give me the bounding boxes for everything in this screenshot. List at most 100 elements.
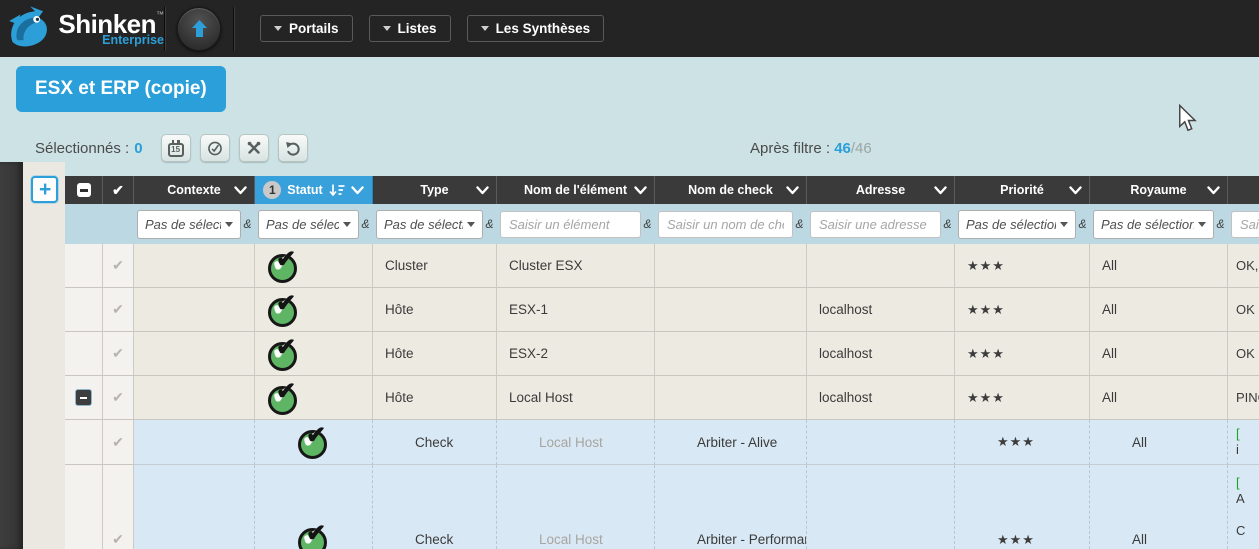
row-selected-check-icon: ✔	[112, 531, 124, 548]
adresse-cell: localhost	[807, 376, 955, 420]
menu-les-syntheses[interactable]: Les Synthèses	[467, 15, 605, 42]
after-filter-label: Après filtre :	[750, 140, 830, 157]
check-circle-icon	[207, 139, 223, 158]
select-cell[interactable]: ✔	[103, 465, 134, 549]
priority-stars: ★★★	[967, 346, 1005, 362]
filter-cell-check: &	[655, 204, 807, 244]
type-cell: Hôte	[373, 288, 497, 332]
select-all-check-icon: ✔	[112, 182, 124, 199]
chevron-down-icon	[786, 186, 799, 195]
sort-order-badge: 1	[263, 181, 281, 199]
adresse-cell	[807, 244, 955, 288]
filter-cell-expand	[65, 204, 103, 244]
column-header-statut[interactable]: 1Statut	[255, 176, 373, 204]
filter-and-separator: &	[241, 217, 254, 231]
select-cell[interactable]: ✔	[103, 244, 134, 288]
contexte-cell	[134, 244, 255, 288]
table-header-row: ✔ Contexte1StatutTypeNom de l'élémentNom …	[65, 176, 1259, 204]
priority-stars: ★★★	[997, 434, 1035, 450]
adresse-cell: localhost	[807, 288, 955, 332]
check-name-cell: Arbiter - Performance	[655, 465, 807, 549]
filter-and-separator: &	[359, 217, 372, 231]
after-filter-matched: 46	[834, 140, 851, 157]
add-filter-button[interactable]: +	[31, 176, 58, 203]
column-header-priorite[interactable]: Priorité	[955, 176, 1090, 204]
filter-and-separator: &	[1214, 217, 1227, 231]
filter-select-statut[interactable]: Pas de sélection	[258, 210, 359, 239]
filter-input-check[interactable]	[658, 211, 793, 238]
filter-and-separator: &	[641, 217, 654, 231]
column-header-check[interactable]: Nom de check	[655, 176, 807, 204]
chevron-down-icon	[234, 186, 247, 195]
status-ok-icon: ✔✔	[267, 338, 301, 370]
filter-input-adresse[interactable]	[810, 211, 941, 238]
mouse-cursor	[1178, 104, 1197, 132]
filter-select-contexte[interactable]: Pas de sélection	[137, 210, 241, 239]
column-header-expand[interactable]	[65, 176, 103, 204]
status-ok-icon: ✔✔	[267, 382, 301, 414]
royaume-cell: All	[1090, 244, 1228, 288]
element-cell: Local Host	[497, 376, 655, 420]
filter-cell-priorite: Pas de sélection&	[955, 204, 1090, 244]
column-header-type[interactable]: Type	[373, 176, 497, 204]
adresse-cell: localhost	[807, 332, 955, 376]
refresh-button[interactable]	[278, 134, 308, 162]
menu-listes[interactable]: Listes	[369, 15, 451, 42]
menu-portails[interactable]: Portails	[260, 15, 353, 42]
acknowledge-button[interactable]	[200, 134, 230, 162]
contexte-cell	[134, 420, 255, 465]
check-name-cell	[655, 288, 807, 332]
brand-trademark: ™	[156, 10, 164, 19]
page-title[interactable]: ESX et ERP (copie)	[16, 66, 226, 112]
elements-table: ✔ Contexte1StatutTypeNom de l'élémentNom …	[65, 176, 1259, 549]
output-cell: PING	[1228, 376, 1259, 420]
caret-down-icon	[481, 26, 489, 31]
contexte-cell	[134, 288, 255, 332]
statut-cell: ✔✔	[255, 288, 373, 332]
filter-input-element[interactable]	[500, 211, 641, 238]
select-cell[interactable]: ✔	[103, 376, 134, 420]
priorite-cell: ★★★	[955, 376, 1090, 420]
column-header-adresse[interactable]: Adresse	[807, 176, 955, 204]
filter-select-type[interactable]: Pas de sélection	[376, 210, 483, 239]
filter-select-priorite[interactable]: Pas de sélection	[958, 210, 1076, 239]
caret-down-icon	[274, 26, 282, 31]
column-header-royaume[interactable]: Royaume	[1090, 176, 1228, 204]
priorite-cell: ★★★	[955, 288, 1090, 332]
output-cell: OK - I	[1228, 288, 1259, 332]
tools-icon	[246, 139, 262, 157]
type-cell: Hôte	[373, 376, 497, 420]
shinken-logo-icon	[6, 5, 54, 53]
scroll-top-button[interactable]	[177, 7, 221, 51]
select-cell[interactable]: ✔	[103, 332, 134, 376]
output-cell: [i	[1228, 420, 1259, 465]
statut-cell: ✔✔	[255, 376, 373, 420]
brand: Shinken™ Enterprise	[0, 5, 164, 53]
tools-button[interactable]	[239, 134, 269, 162]
collapsed-side-panel[interactable]	[0, 162, 23, 549]
caret-down-icon	[225, 222, 233, 227]
element-cell: Local Host	[497, 465, 655, 549]
collapse-row-button[interactable]	[75, 389, 92, 406]
select-cell[interactable]: ✔	[103, 288, 134, 332]
selected-label: Sélectionnés :	[35, 140, 129, 157]
filter-and-separator: &	[483, 217, 496, 231]
toolbar-buttons: 15	[161, 134, 308, 162]
collapse-all-icon	[77, 183, 91, 197]
check-name-cell: Arbiter - Alive	[655, 420, 807, 465]
column-header-extra[interactable]	[1228, 176, 1259, 204]
topbar-divider	[164, 7, 165, 51]
priority-stars: ★★★	[967, 258, 1005, 274]
expand-cell	[65, 332, 103, 376]
filter-input-extra[interactable]	[1231, 211, 1259, 238]
filter-and-separator: &	[793, 217, 806, 231]
undo-icon	[285, 140, 301, 157]
column-header-element[interactable]: Nom de l'élément	[497, 176, 655, 204]
filter-select-royaume[interactable]: Pas de sélection	[1093, 210, 1214, 239]
column-header-contexte[interactable]: Contexte	[134, 176, 255, 204]
arrow-up-icon	[191, 19, 208, 38]
schedule-button[interactable]: 15	[161, 134, 191, 162]
element-cell: Cluster ESX	[497, 244, 655, 288]
column-header-select[interactable]: ✔	[103, 176, 134, 204]
select-cell[interactable]: ✔	[103, 420, 134, 465]
